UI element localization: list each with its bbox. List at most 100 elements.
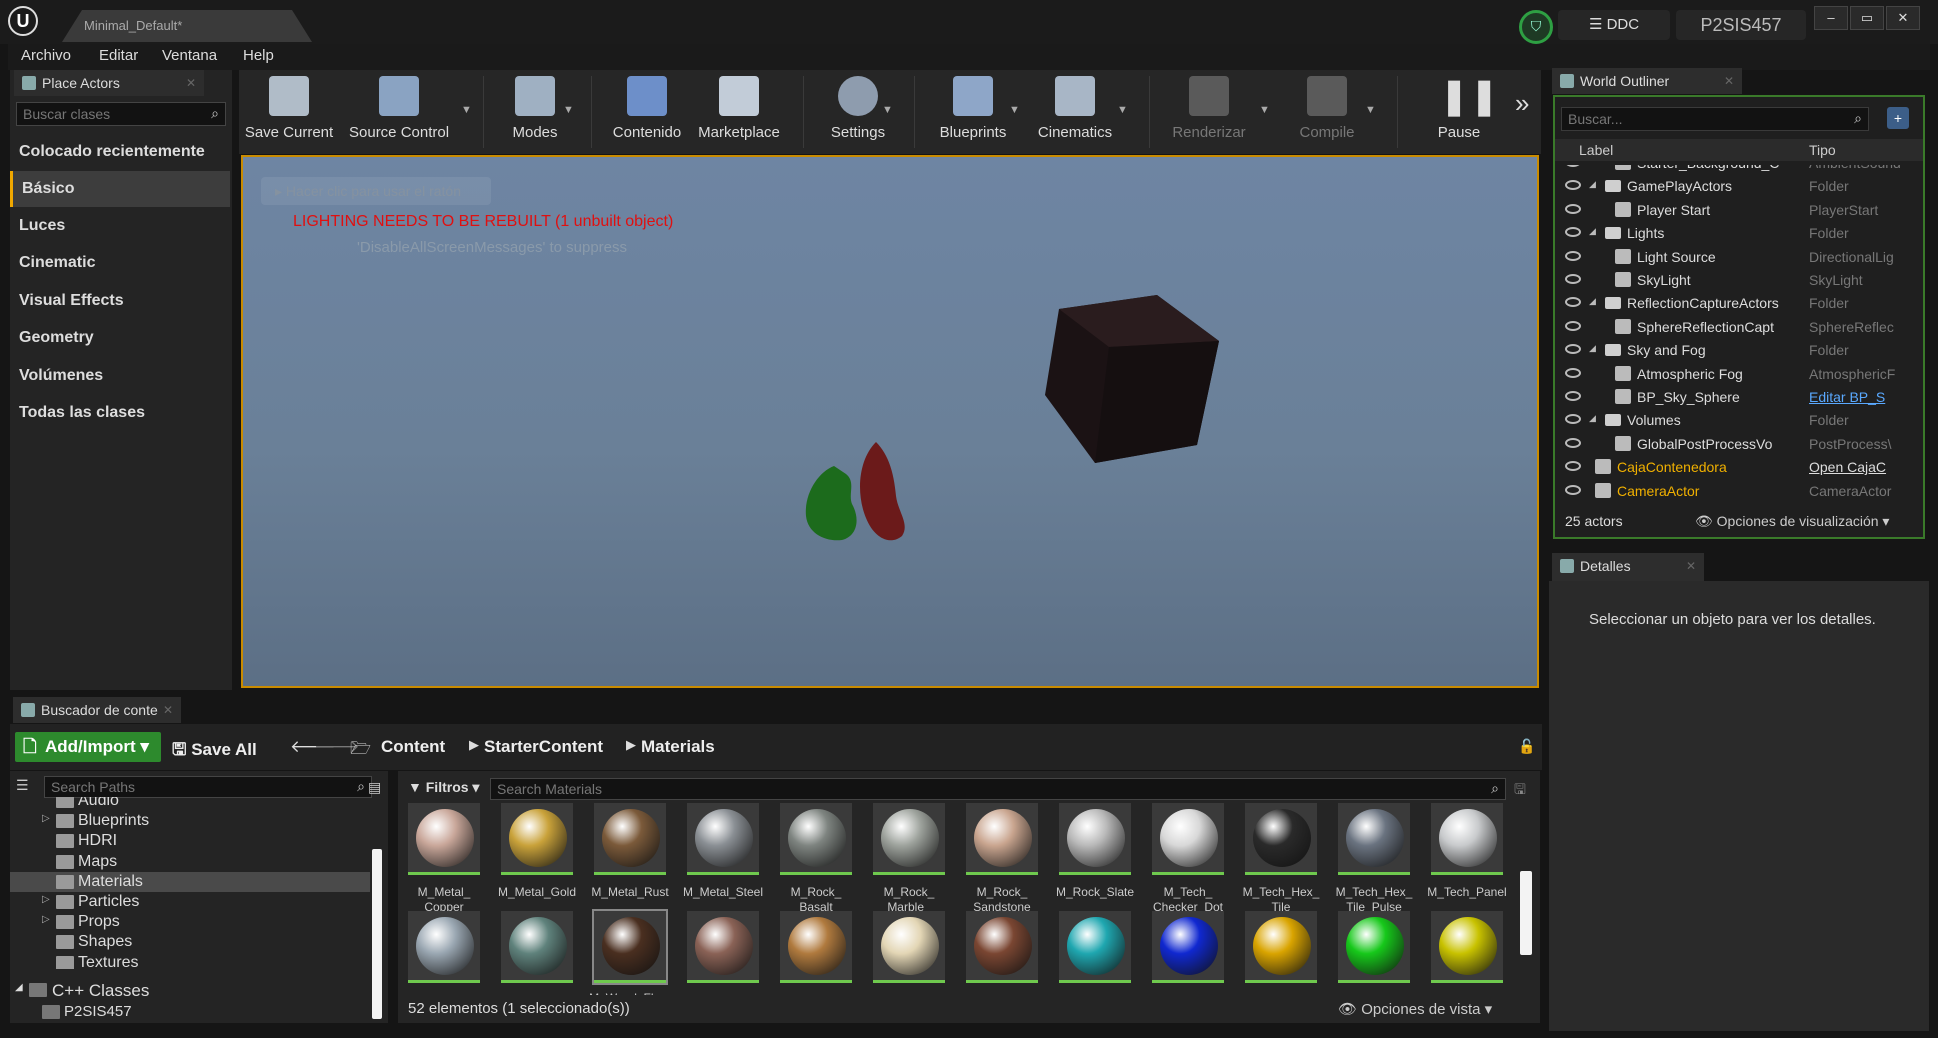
column-type[interactable]: Tipo <box>1809 142 1836 158</box>
minimize-button[interactable]: – <box>1814 6 1848 30</box>
scene-cube[interactable] <box>1045 295 1219 463</box>
visibility-eye-icon[interactable] <box>1565 227 1581 238</box>
tree-folder-shapes[interactable]: Shapes <box>10 932 370 952</box>
tree-folder-textures[interactable]: Textures <box>10 953 370 969</box>
category-geometry[interactable]: Geometry <box>10 320 230 356</box>
scene-figures[interactable] <box>798 438 926 558</box>
collapse-sources-icon[interactable]: ☰ <box>16 777 29 794</box>
category-basic[interactable]: Básico <box>10 171 230 207</box>
new-folder-icon[interactable]: + <box>1887 107 1909 129</box>
pause-button[interactable]: ❚❚ Pause <box>1409 70 1509 154</box>
outliner-search-input[interactable]: Buscar... ⌕ <box>1561 107 1869 131</box>
ddc-button[interactable]: ☰ DDC <box>1558 10 1670 40</box>
expand-arrow-icon[interactable]: ▷ <box>42 813 50 824</box>
tree-folder-props[interactable]: ▷ Props <box>10 912 370 932</box>
close-tab-icon[interactable]: ✕ <box>163 697 173 723</box>
outliner-row[interactable]: ◢ Lights Folder <box>1555 221 1923 244</box>
visibility-eye-icon[interactable] <box>1565 344 1581 355</box>
outliner-row[interactable]: Player Start PlayerStart <box>1555 198 1923 221</box>
visibility-eye-icon[interactable] <box>1565 484 1581 495</box>
visibility-eye-icon[interactable] <box>1565 320 1581 331</box>
menu-help[interactable]: Help <box>243 47 274 64</box>
marketplace-button[interactable]: Marketplace <box>694 70 784 154</box>
cpp-classes-folder[interactable]: ◢ C++ Classes <box>10 980 370 1000</box>
toolbar-overflow-icon[interactable]: » <box>1515 88 1529 119</box>
visibility-eye-icon[interactable] <box>1565 297 1581 308</box>
outliner-row[interactable]: ◢ ReflectionCaptureActors Folder <box>1555 291 1923 314</box>
expand-arrow-icon[interactable]: ◢ <box>15 982 23 993</box>
assets-view-options[interactable]: 👁 Opciones de vista ▾ <box>1338 1000 1492 1018</box>
build-button[interactable]: Renderizar <box>1159 70 1259 154</box>
category-cinematic[interactable]: Cinematic <box>10 245 230 281</box>
expand-arrow-icon[interactable]: ◢ <box>1589 179 1596 190</box>
visibility-eye-icon[interactable] <box>1565 165 1581 167</box>
close-tab-icon[interactable]: ✕ <box>1686 553 1696 579</box>
outliner-row[interactable]: Atmospheric Fog AtmosphericF <box>1555 362 1923 385</box>
expand-arrow-icon[interactable]: ◢ <box>1589 226 1596 237</box>
blueprints-button[interactable]: Blueprints <box>923 70 1023 154</box>
breadcrumb-arrow-icon[interactable]: ▶ <box>626 737 636 753</box>
class-search-input[interactable]: Buscar clases ⌕ <box>16 102 226 126</box>
outliner-row[interactable]: SkyLight SkyLight <box>1555 268 1923 291</box>
column-label[interactable]: Label <box>1579 142 1613 158</box>
outliner-view-options[interactable]: 👁 Opciones de visualización ▾ <box>1695 513 1889 530</box>
menu-editar[interactable]: Editar <box>99 47 138 64</box>
category-volumes[interactable]: Volúmenes <box>10 358 230 394</box>
outliner-row[interactable]: BP_Sky_Sphere Editar BP_S <box>1555 385 1923 408</box>
visibility-eye-icon[interactable] <box>1565 250 1581 261</box>
place-actors-tab[interactable]: Place Actors ✕ <box>14 70 204 96</box>
modes-dropdown-icon[interactable]: ▼ <box>563 104 574 116</box>
menu-archivo[interactable]: Archivo <box>21 47 71 64</box>
materials-search-input[interactable]: Search Materials ⌕ <box>490 778 1506 800</box>
compile-button[interactable]: Compile <box>1277 70 1377 154</box>
source-control-button[interactable]: Source Control <box>349 70 449 154</box>
level-viewport[interactable]: ▸ Hacer clic para usar el ratón LIGHTING… <box>241 155 1539 688</box>
tree-folder-blueprints[interactable]: ▷ Blueprints <box>10 811 370 831</box>
visibility-eye-icon[interactable] <box>1565 391 1581 401</box>
lock-icon[interactable]: 🔓 <box>1518 738 1535 755</box>
visibility-eye-icon[interactable] <box>1565 414 1581 425</box>
breadcrumb-arrow-icon[interactable]: ▶ <box>469 737 479 753</box>
settings-dropdown-icon[interactable]: ▼ <box>882 104 893 116</box>
breadcrumb-content[interactable]: Content <box>381 737 445 757</box>
visibility-eye-icon[interactable] <box>1565 274 1581 284</box>
expand-arrow-icon[interactable]: ▷ <box>42 894 50 905</box>
category-all-classes[interactable]: Todas las clases <box>10 395 230 431</box>
close-button[interactable]: ✕ <box>1886 6 1920 30</box>
tree-folder-audio[interactable]: Audio <box>10 797 370 811</box>
visibility-eye-icon[interactable] <box>1565 180 1581 191</box>
outliner-row[interactable]: ◢ Sky and Fog Folder <box>1555 338 1923 361</box>
tree-folder-particles[interactable]: ▷ Particles <box>10 892 370 912</box>
outliner-row[interactable]: Light Source DirectionalLig <box>1555 245 1923 268</box>
save-all-button[interactable]: 🖫 Save All <box>172 737 257 766</box>
visibility-eye-icon[interactable] <box>1565 461 1581 472</box>
breadcrumb-startercontent[interactable]: StarterContent <box>484 737 603 757</box>
document-tab[interactable]: Minimal_Default* <box>62 10 312 42</box>
source-control-dropdown-icon[interactable]: ▼ <box>461 104 472 116</box>
cinematics-dropdown-icon[interactable]: ▼ <box>1117 104 1128 116</box>
paths-scrollbar[interactable] <box>372 849 382 1019</box>
add-import-button[interactable]: 🗋 Add/Import ▾ <box>15 732 161 762</box>
content-browser-tab[interactable]: Buscador de conte ✕ <box>13 697 181 723</box>
build-dropdown-icon[interactable]: ▼ <box>1259 104 1270 116</box>
compile-dropdown-icon[interactable]: ▼ <box>1365 104 1376 116</box>
outliner-row[interactable]: ◢ Volumes Folder <box>1555 408 1923 431</box>
visibility-eye-icon[interactable] <box>1565 437 1581 448</box>
visibility-eye-icon[interactable] <box>1565 367 1581 378</box>
cpp-project-folder[interactable]: P2SIS457 <box>10 1002 370 1022</box>
expand-arrow-icon[interactable]: ▷ <box>42 914 50 925</box>
save-current-button[interactable]: Save Current <box>244 70 334 154</box>
cinematics-button[interactable]: Cinematics <box>1025 70 1125 154</box>
expand-arrow-icon[interactable]: ◢ <box>1589 343 1596 354</box>
outliner-row[interactable]: Starter_Background_C AmbientSound <box>1555 165 1923 174</box>
assets-scrollbar[interactable] <box>1520 871 1532 955</box>
expand-arrow-icon[interactable]: ◢ <box>1589 296 1596 307</box>
visibility-eye-icon[interactable] <box>1565 203 1581 214</box>
paths-search-input[interactable]: Search Paths ⌕ <box>44 776 372 798</box>
close-tab-icon[interactable]: ✕ <box>186 70 196 96</box>
maximize-button[interactable]: ▭ <box>1850 6 1884 30</box>
outliner-row[interactable]: SphereReflectionCapt SphereReflec <box>1555 315 1923 338</box>
blueprints-dropdown-icon[interactable]: ▼ <box>1009 104 1020 116</box>
outliner-row[interactable]: CameraActor CameraActor <box>1555 479 1923 502</box>
outliner-row[interactable]: ◢ GamePlayActors Folder <box>1555 174 1923 197</box>
